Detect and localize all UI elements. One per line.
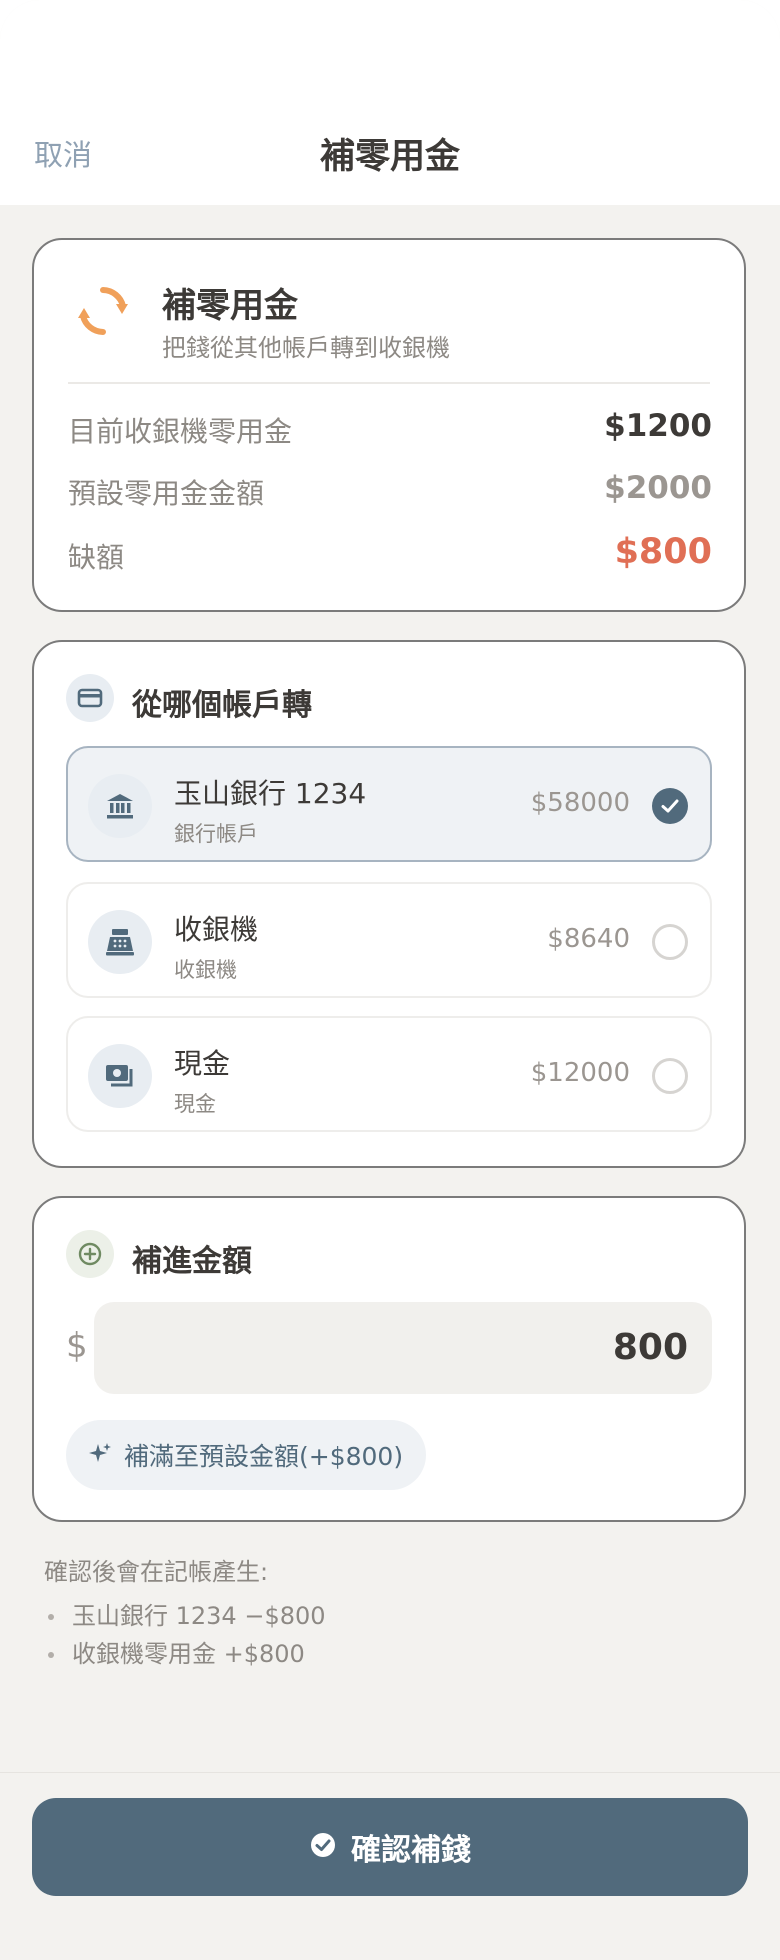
radio-unselected[interactable] (652, 1058, 688, 1094)
transfer-sheet: 取消 補零用金 補零用金 把錢從其他帳戶轉到收銀機 目前收銀機零用金 $1200… (0, 0, 780, 1960)
footer-divider (0, 1772, 780, 1773)
cash-icon (88, 1044, 152, 1108)
account-option-bank[interactable]: 玉山銀行 1234 銀行帳戶 $58000 (66, 746, 712, 862)
shortfall-label: 缺額 (68, 541, 125, 574)
summary-title: 補零用金 (162, 286, 298, 326)
top-bar: 取消 補零用金 (0, 0, 780, 205)
current-float-label: 目前收銀機零用金 (68, 415, 293, 448)
entry-text: 玉山銀行 1234 −$800 (72, 1602, 326, 1630)
summary-card: 補零用金 把錢從其他帳戶轉到收銀機 目前收銀機零用金 $1200 預設零用金金額… (32, 238, 746, 612)
current-float-value: $1200 (604, 408, 712, 444)
account-name: 玉山銀行 1234 (174, 777, 367, 810)
page-title: 補零用金 (319, 137, 460, 177)
account-balance: $8640 (547, 924, 630, 954)
entries-note-heading: 確認後會在記帳產生: (44, 1558, 269, 1586)
source-account-card: 從哪個帳戶轉 玉山銀行 1234 銀行帳戶 $58000 收銀機 收銀機 $86… (32, 640, 746, 1168)
plus-circle-icon (66, 1230, 114, 1278)
entry-item: 收銀機零用金 +$800 (48, 1634, 305, 1669)
account-name: 現金 (174, 1047, 231, 1080)
account-type: 現金 (174, 1092, 216, 1116)
card-icon (66, 674, 114, 722)
default-float-value: $2000 (604, 470, 712, 506)
account-type: 收銀機 (174, 958, 237, 982)
account-balance: $12000 (530, 1058, 630, 1088)
account-option-cash[interactable]: 現金 現金 $12000 (66, 1016, 712, 1132)
refresh-icon (72, 280, 134, 342)
confirm-label: 確認補錢 (351, 1833, 471, 1868)
divider (68, 382, 710, 384)
bullet (48, 1652, 54, 1658)
bullet (48, 1614, 54, 1620)
account-name: 收銀機 (174, 913, 259, 946)
default-float-label: 預設零用金金額 (68, 477, 265, 510)
currency-symbol: $ (66, 1326, 88, 1366)
amount-section-title: 補進金額 (132, 1244, 252, 1279)
amount-input[interactable]: 800 (94, 1302, 712, 1394)
fill-to-default-button[interactable]: 補滿至預設金額(+$800) (66, 1420, 426, 1490)
account-balance: $58000 (530, 788, 630, 818)
cash-register-icon (88, 910, 152, 974)
selected-check-icon[interactable] (652, 788, 688, 824)
account-option-register[interactable]: 收銀機 收銀機 $8640 (66, 882, 712, 998)
check-circle-icon (309, 1831, 337, 1863)
fill-to-default-label: 補滿至預設金額(+$800) (124, 1442, 404, 1471)
entry-item: 玉山銀行 1234 −$800 (48, 1596, 326, 1631)
sparkle-icon (88, 1441, 112, 1469)
radio-unselected[interactable] (652, 924, 688, 960)
confirm-button[interactable]: 確認補錢 (32, 1798, 748, 1896)
shortfall-value: $800 (614, 532, 712, 572)
source-section-title: 從哪個帳戶轉 (132, 688, 312, 723)
bank-icon (88, 774, 152, 838)
amount-card: 補進金額 $ 800 補滿至預設金額(+$800) (32, 1196, 746, 1522)
account-type: 銀行帳戶 (174, 822, 258, 846)
entry-text: 收銀機零用金 +$800 (72, 1640, 305, 1668)
summary-subtitle: 把錢從其他帳戶轉到收銀機 (162, 334, 450, 362)
